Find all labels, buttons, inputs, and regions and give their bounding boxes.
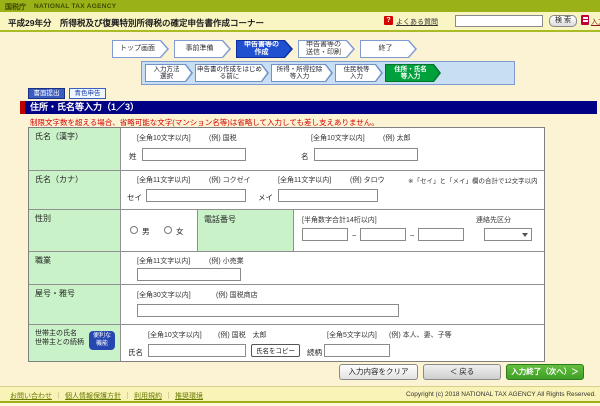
first-kana-input[interactable] — [278, 189, 378, 202]
footer-separator: ｜ — [55, 393, 62, 400]
kana-note: ※「セイ」と「メイ」欄の合計で12文字以内 — [408, 175, 538, 185]
first-name-input[interactable] — [314, 148, 418, 161]
kanji-hint-left: [全角10文字以内] — [137, 133, 191, 143]
phone-part1-input[interactable] — [302, 228, 348, 241]
next-button[interactable]: 入力終了（次へ）＞ — [506, 364, 584, 380]
kanji-hint-right: [全角10文字以内] — [311, 133, 365, 143]
input-example-link[interactable]: 入力例 — [591, 17, 600, 27]
footer-separator: ｜ — [165, 393, 172, 400]
convenient-feature-badge: 便利な 機能 — [89, 331, 115, 350]
phone-label: 電話番号 — [198, 210, 294, 251]
step-finish[interactable]: 終了 — [360, 40, 417, 58]
page-title-bar: 住所・氏名等入力（1／3） — [20, 101, 597, 114]
trade-name-input[interactable] — [137, 304, 399, 317]
copyright-text: Copyright (c) 2018 NATIONAL TAX AGENCY A… — [406, 391, 596, 398]
kana-example-left: (例) コクゼイ — [209, 175, 251, 185]
last-name-label: 姓 — [129, 151, 137, 162]
occupation-label: 職業 — [29, 252, 121, 284]
row-name-kanji: 氏名（漢字） [全角10文字以内] (例) 国税 [全角10文字以内] (例) … — [29, 128, 544, 170]
occupation-hint: [全角11文字以内] — [137, 256, 190, 266]
search-button[interactable]: 検 索 — [549, 15, 577, 27]
trade-name-label: 屋号・雅号 — [29, 285, 121, 324]
clear-input-button[interactable]: 入力内容をクリア — [339, 364, 418, 380]
terms-link[interactable]: 利用規約 — [134, 393, 162, 400]
substep-resident-tax[interactable]: 住民税等 入力 — [335, 64, 383, 82]
row-trade-name: 屋号・雅号 [全角30文字以内] (例) 国税商店 — [29, 284, 544, 324]
page-title: 住所・氏名等入力（1／3） — [25, 101, 597, 114]
search-input[interactable] — [455, 15, 543, 27]
trade-name-example: (例) 国税商店 — [216, 290, 258, 300]
contact-type-label: 連絡先区分 — [476, 215, 511, 225]
agency-name-en: NATIONAL TAX AGENCY — [34, 3, 116, 10]
kana-example-right: (例) タロウ — [350, 175, 385, 185]
householder-name-input[interactable] — [148, 344, 246, 357]
footer-separator: ｜ — [124, 393, 131, 400]
site-header: 平成29年分 所得税及び復興特別所得税の確定申告書作成コーナー ? よくある質問… — [0, 12, 600, 32]
privacy-policy-link[interactable]: 個人情報保護方針 — [65, 393, 121, 400]
phone-separator: − — [352, 231, 356, 240]
agency-topbar: 国税庁 NATIONAL TAX AGENCY — [0, 0, 600, 12]
phone-hint: [半角数字合計14桁以内] — [302, 215, 377, 225]
row-gender-phone: 性別 男 女 電話番号 [半角数字合計14桁以内] − − 連絡先区分 — [29, 209, 544, 251]
female-radio[interactable] — [164, 226, 172, 234]
contact-type-select[interactable] — [484, 228, 532, 241]
last-kana-label: セイ — [127, 192, 142, 203]
substep-input-method[interactable]: 入力方法 選択 — [145, 64, 193, 82]
step-send-print[interactable]: 申告書等の 送信・印刷 — [298, 40, 355, 58]
step-preparation[interactable]: 事前準備 — [174, 40, 231, 58]
copy-name-button[interactable]: 氏名をコピー — [251, 344, 300, 357]
kana-hint-left: [全角11文字以内] — [137, 175, 190, 185]
phone-part3-input[interactable] — [418, 228, 464, 241]
substep-before-start[interactable]: 申告書の作成をはじめ る前に — [195, 64, 269, 82]
faq-link[interactable]: よくある質問 — [396, 17, 438, 27]
householder-hint-left: [全角10文字以内] — [148, 330, 202, 340]
address-name-form: 氏名（漢字） [全角10文字以内] (例) 国税 [全角10文字以内] (例) … — [28, 127, 545, 362]
last-kana-input[interactable] — [146, 189, 246, 202]
trade-name-hint: [全角30文字以内] — [137, 290, 191, 300]
householder-example-left: (例) 国税 太郎 — [218, 330, 267, 340]
back-button[interactable]: ＜ 戻る — [423, 364, 501, 380]
male-radio[interactable] — [130, 226, 138, 234]
site-title: 平成29年分 所得税及び復興特別所得税の確定申告書作成コーナー — [8, 17, 264, 29]
name-kana-label: 氏名（カナ） — [29, 171, 121, 209]
relation-label: 続柄 — [307, 347, 322, 358]
blue-return-badge[interactable]: 青色申告 — [69, 88, 106, 99]
male-label: 男 — [142, 226, 150, 237]
step-create-return[interactable]: 申告書等の 作成 — [236, 40, 293, 58]
relation-input[interactable] — [324, 344, 390, 357]
phone-separator: − — [410, 231, 414, 240]
step-top-screen[interactable]: トップ画面 — [112, 40, 169, 58]
householder-name-label: 氏名 — [128, 347, 143, 358]
substep-income-deduction[interactable]: 所得・所得控除 等入力 — [271, 64, 333, 82]
contact-link[interactable]: お問い合わせ — [10, 393, 52, 400]
substep-address-name[interactable]: 住所・氏名 等入力 — [385, 64, 441, 82]
main-step-nav: トップ画面 事前準備 申告書等の 作成 申告書等の 送信・印刷 終了 — [112, 40, 417, 58]
householder-example-right: (例) 本人、妻、子等 — [389, 330, 452, 340]
environment-link[interactable]: 推奨環境 — [175, 393, 203, 400]
female-label: 女 — [176, 226, 184, 237]
occupation-example: (例) 小売業 — [209, 256, 244, 266]
input-example-icon — [581, 15, 589, 25]
paper-submission-badge[interactable]: 書面提出 — [28, 88, 65, 99]
first-name-label: 名 — [301, 151, 309, 162]
kanji-example-left: (例) 国税 — [209, 133, 237, 143]
kanji-example-right: (例) 太郎 — [383, 133, 411, 143]
kana-hint-right: [全角11文字以内] — [278, 175, 331, 185]
row-name-kana: 氏名（カナ） [全角11文字以内] (例) コクゼイ [全角11文字以内] (例… — [29, 170, 544, 209]
householder-hint-right: [全角5文字以内] — [327, 330, 377, 340]
sub-step-nav: 入力方法 選択 申告書の作成をはじめ る前に 所得・所得控除 等入力 住民税等 … — [141, 61, 515, 85]
first-kana-label: メイ — [258, 192, 273, 203]
phone-part2-input[interactable] — [360, 228, 406, 241]
question-icon: ? — [384, 16, 393, 25]
name-kanji-label: 氏名（漢字） — [29, 128, 121, 170]
last-name-input[interactable] — [142, 148, 246, 161]
gender-label: 性別 — [29, 210, 121, 251]
footer: お問い合わせ｜個人情報保護方針｜利用規約｜推奨環境 Copyright (c) … — [0, 386, 600, 401]
row-occupation: 職業 [全角11文字以内] (例) 小売業 — [29, 251, 544, 284]
agency-name-ja: 国税庁 — [5, 2, 26, 12]
occupation-input[interactable] — [137, 268, 241, 281]
